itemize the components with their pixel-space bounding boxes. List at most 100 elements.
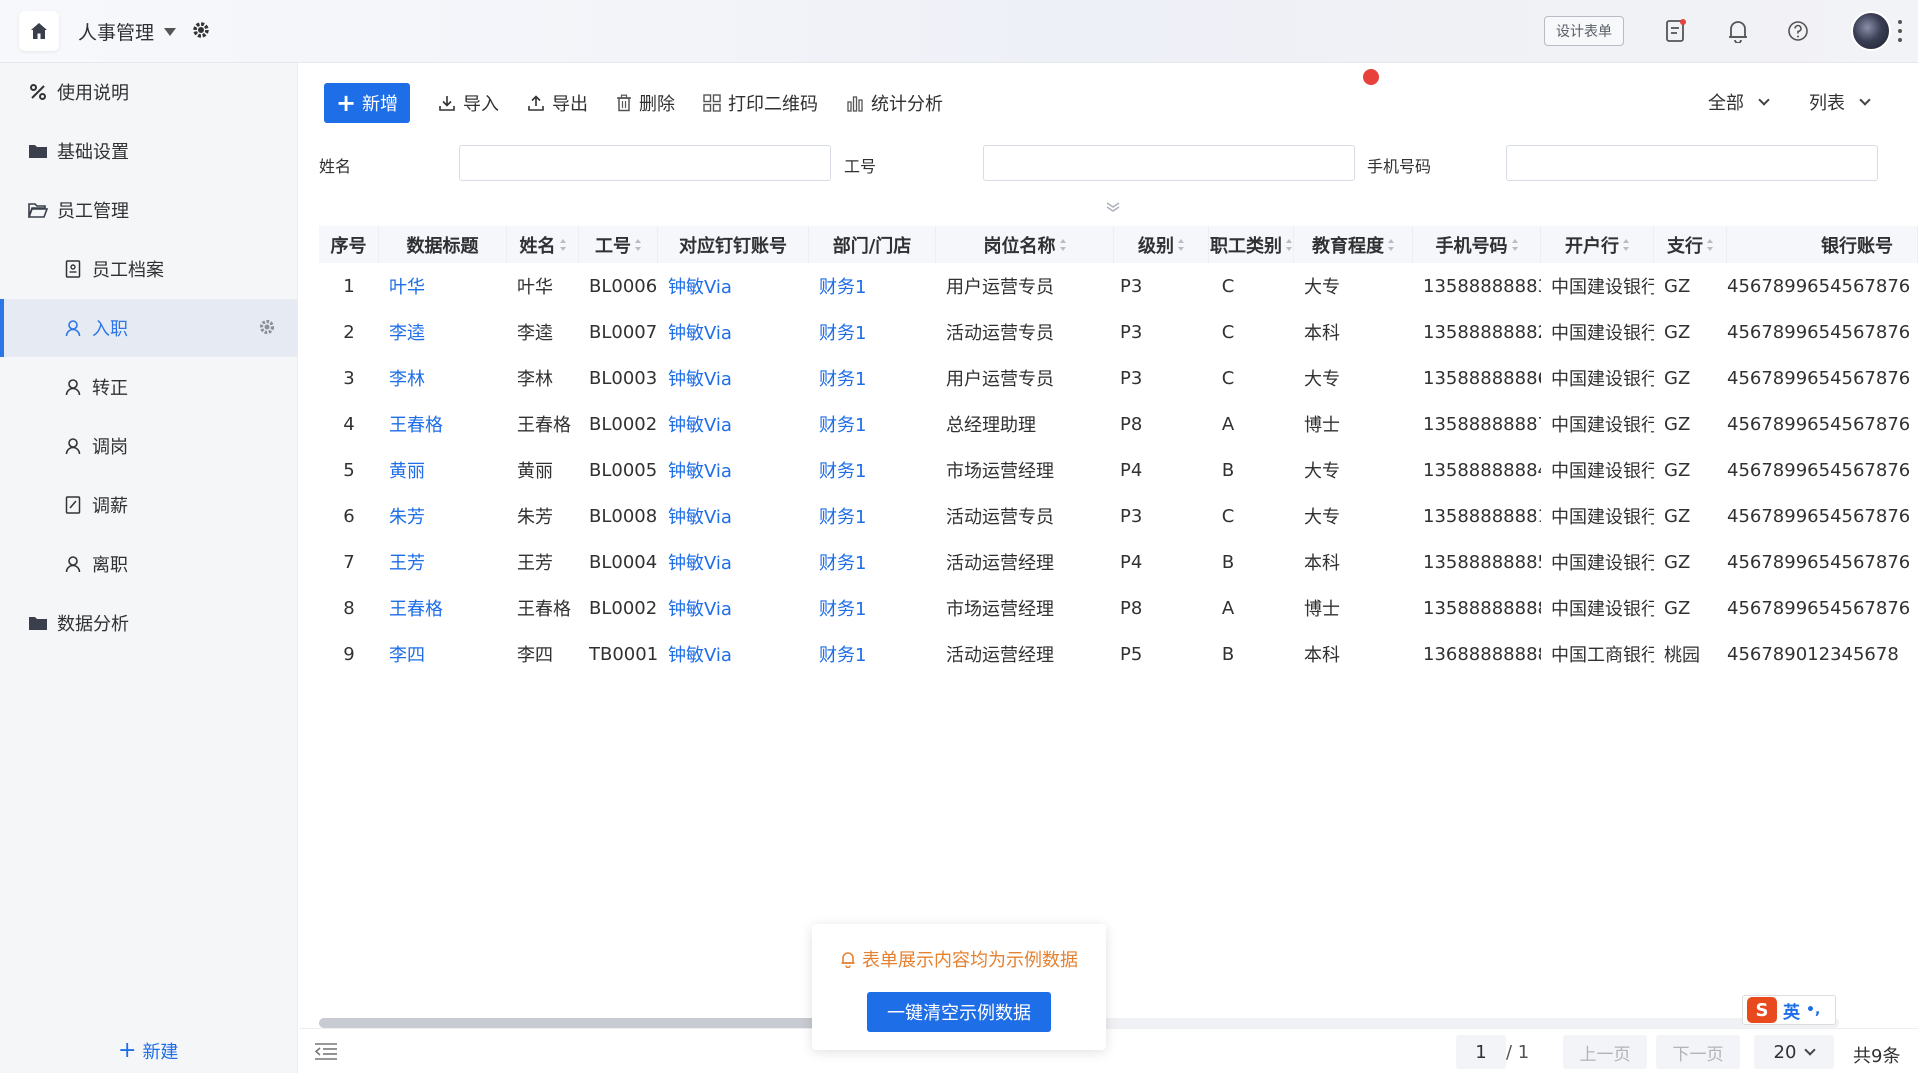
cell-link[interactable]: 钟敏Via: [668, 309, 809, 355]
cell-link[interactable]: 王芳: [389, 539, 507, 585]
cell-link[interactable]: 李林: [389, 355, 507, 401]
cell-link[interactable]: 叶华: [389, 263, 507, 309]
cell-link[interactable]: 财务1: [819, 355, 936, 401]
cell-link[interactable]: 钟敏Via: [668, 263, 809, 309]
sort-icon[interactable]: [1623, 238, 1629, 251]
help-button[interactable]: [1784, 17, 1812, 45]
current-page-input[interactable]: 1: [1456, 1035, 1506, 1069]
delete-button[interactable]: 删除: [616, 90, 675, 116]
scope-dropdown[interactable]: 全部: [1708, 89, 1770, 115]
avatar[interactable]: [1851, 11, 1891, 51]
clear-sample-data-button[interactable]: 一键清空示例数据: [867, 992, 1051, 1032]
column-header[interactable]: 级别: [1114, 226, 1209, 263]
cell-link[interactable]: 王春格: [389, 585, 507, 631]
next-page-button[interactable]: 下一页: [1656, 1035, 1740, 1069]
prev-page-button[interactable]: 上一页: [1563, 1035, 1647, 1069]
name-filter-input[interactable]: [459, 145, 831, 181]
table-row[interactable]: 9 李四 李四 TB0001 钟敏Via 财务1 活动运营经理 P5 B 本科 1368888888…: [319, 631, 1918, 677]
table-row[interactable]: 3 李林 李林 BL0003 钟敏Via 财务1 用户运营专员 P3 C 大专 1358888888…: [319, 355, 1918, 401]
column-header[interactable]: 开户行: [1541, 226, 1654, 263]
print-qr-button[interactable]: 打印二维码: [703, 90, 818, 116]
cell-link[interactable]: 李四: [389, 631, 507, 677]
sidebar-item-regularization[interactable]: 转正: [0, 358, 298, 416]
table-row[interactable]: 2 李逵 李逵 BL0007 钟敏Via 财务1 活动运营专员 P3 C 本科 1358888888…: [319, 309, 1918, 355]
cell-link[interactable]: 钟敏Via: [668, 539, 809, 585]
add-button[interactable]: + 新增: [324, 83, 410, 123]
cell-link[interactable]: 财务1: [819, 585, 936, 631]
todo-button[interactable]: [1662, 17, 1690, 45]
home-button[interactable]: [19, 11, 59, 51]
notifications-button[interactable]: [1724, 17, 1752, 45]
sidebar-item-resignation[interactable]: 离职: [0, 535, 298, 593]
table-row[interactable]: 1 叶华 叶华 BL0006 钟敏Via 财务1 用户运营专员 P3 C 大专 1358888888…: [319, 263, 1918, 309]
sort-icon[interactable]: [1707, 238, 1713, 251]
cell-link[interactable]: 钟敏Via: [668, 447, 809, 493]
table-row[interactable]: 8 王春格 王春格 BL0002 钟敏Via 财务1 市场运营经理 P8 A 博士 13588888…: [319, 585, 1918, 631]
column-header[interactable]: 姓名: [507, 226, 579, 263]
column-header[interactable]: 教育程度: [1294, 226, 1413, 263]
table-row[interactable]: 7 王芳 王芳 BL0004 钟敏Via 财务1 活动运营经理 P4 B 本科 1358888888…: [319, 539, 1918, 585]
app-switcher[interactable]: 人事管理: [78, 18, 177, 45]
sidebar-new-button[interactable]: + 新建: [118, 1038, 178, 1064]
sidebar-item-data-analysis[interactable]: 数据分析: [0, 594, 298, 652]
id-filter-input[interactable]: [983, 145, 1355, 181]
cell-link[interactable]: 钟敏Via: [668, 631, 809, 677]
scrollbar-thumb[interactable]: [319, 1018, 839, 1028]
cell-link[interactable]: 财务1: [819, 263, 936, 309]
cell-link[interactable]: 王春格: [389, 401, 507, 447]
stats-button[interactable]: 统计分析: [846, 90, 943, 116]
sidebar-item-salary-adjust[interactable]: 调薪: [0, 476, 298, 534]
cell-link[interactable]: 黄丽: [389, 447, 507, 493]
item-settings-button[interactable]: [258, 318, 276, 341]
cell-link[interactable]: 钟敏Via: [668, 585, 809, 631]
column-header[interactable]: 工号: [579, 226, 658, 263]
sidebar-item-onboarding[interactable]: 入职: [0, 299, 298, 357]
sidebar-item-label: 数据分析: [57, 614, 129, 635]
table-row[interactable]: 4 王春格 王春格 BL0002 钟敏Via 财务1 总经理助理 P8 A 博士 135888888…: [319, 401, 1918, 447]
cell-link[interactable]: 财务1: [819, 447, 936, 493]
phone-filter-input[interactable]: [1506, 145, 1878, 181]
collapse-sidebar-button[interactable]: [313, 1041, 339, 1061]
cell-link[interactable]: 财务1: [819, 539, 936, 585]
export-label: 导出: [552, 94, 588, 115]
sort-icon[interactable]: [1286, 238, 1292, 251]
cell-link[interactable]: 财务1: [819, 493, 936, 539]
page-size-select[interactable]: 20: [1754, 1035, 1834, 1069]
sidebar-item-transfer[interactable]: 调岗: [0, 417, 298, 475]
app-settings-button[interactable]: [191, 20, 211, 45]
design-form-button[interactable]: 设计表单: [1544, 16, 1624, 46]
ime-indicator[interactable]: S 英 •,: [1742, 995, 1836, 1025]
expand-filters-button[interactable]: [1104, 198, 1122, 218]
column-header[interactable]: 职工类别: [1209, 226, 1294, 263]
table-cell: 王春格: [517, 415, 571, 436]
cell-link[interactable]: 钟敏Via: [668, 493, 809, 539]
view-dropdown[interactable]: 列表: [1809, 89, 1871, 115]
sidebar-item-employee-mgmt[interactable]: 员工管理: [0, 181, 298, 239]
more-menu-button[interactable]: [1898, 20, 1902, 42]
export-button[interactable]: 导出: [527, 90, 588, 116]
cell-link[interactable]: 钟敏Via: [668, 401, 809, 447]
cell-link[interactable]: 钟敏Via: [668, 355, 809, 401]
sort-icon[interactable]: [1059, 238, 1066, 251]
cell-link[interactable]: 朱芳: [389, 493, 507, 539]
sort-icon[interactable]: [1388, 238, 1394, 251]
table-row[interactable]: 5 黄丽 黄丽 BL0005 钟敏Via 财务1 市场运营经理 P4 B 大专 1358888888…: [319, 447, 1918, 493]
column-header[interactable]: 支行: [1654, 226, 1727, 263]
sidebar-item-employee-files[interactable]: 员工档案: [0, 240, 298, 298]
cell-link[interactable]: 财务1: [819, 631, 936, 677]
sort-icon[interactable]: [559, 238, 566, 251]
column-header-label: 工号: [595, 235, 631, 257]
table-row[interactable]: 6 朱芳 朱芳 BL0008 钟敏Via 财务1 活动运营专员 P3 C 大专 1358888888…: [319, 493, 1918, 539]
sidebar-item-basic-settings[interactable]: 基础设置: [0, 122, 298, 180]
column-header[interactable]: 手机号码: [1413, 226, 1541, 263]
sidebar-item-usage[interactable]: 使用说明: [0, 63, 298, 121]
import-button[interactable]: 导入: [438, 90, 499, 116]
table-cell: 13588888885: [1423, 551, 1541, 573]
column-header[interactable]: 岗位名称: [936, 226, 1114, 263]
cell-link[interactable]: 李逵: [389, 309, 507, 355]
sort-icon[interactable]: [1178, 238, 1184, 251]
cell-link[interactable]: 财务1: [819, 309, 936, 355]
cell-link[interactable]: 财务1: [819, 401, 936, 447]
sort-icon[interactable]: [635, 238, 641, 251]
sort-icon[interactable]: [1511, 238, 1518, 251]
